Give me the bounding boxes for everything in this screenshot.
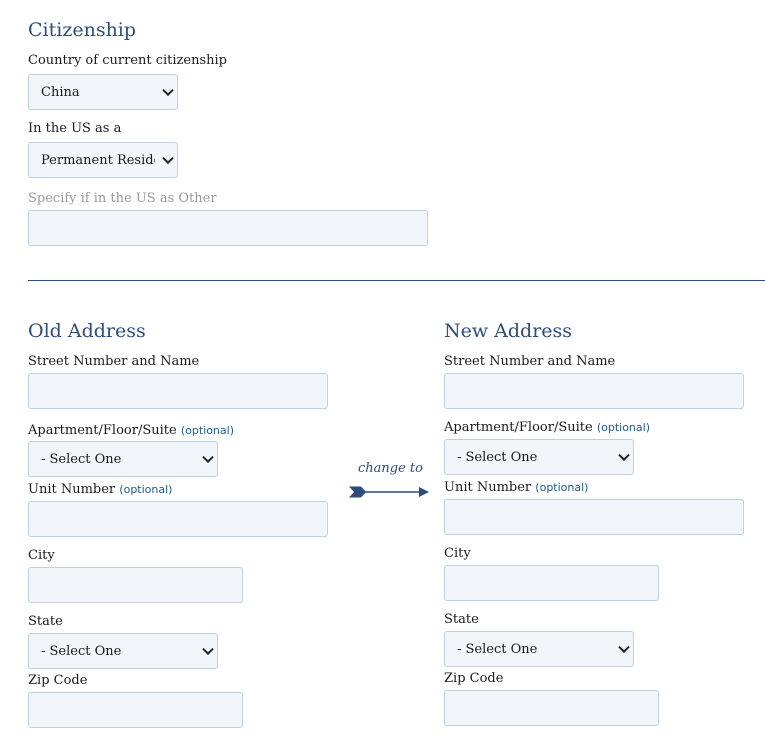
new-city-input[interactable]: [444, 565, 659, 601]
old-street-input[interactable]: [28, 373, 328, 409]
chevron-down-icon: [618, 449, 630, 462]
new-apt-optional: (optional): [596, 421, 650, 434]
chevron-down-icon: [162, 84, 174, 97]
status-select-value: Permanent Resident: [41, 152, 155, 168]
country-select[interactable]: China: [28, 74, 178, 110]
new-apt-label: Apartment/Floor/Suite (optional): [444, 420, 650, 435]
old-apt-select[interactable]: - Select One: [28, 441, 218, 477]
chevron-down-icon: [162, 152, 174, 165]
other-input[interactable]: [28, 210, 428, 246]
arrow-right-icon: [349, 486, 429, 498]
old-unit-label-text: Unit Number: [28, 482, 116, 497]
old-street-label: Street Number and Name: [28, 354, 200, 369]
old-state-select-value: - Select One: [41, 643, 122, 659]
old-city-input[interactable]: [28, 567, 243, 603]
new-state-select[interactable]: - Select One: [444, 631, 634, 667]
old-state-select[interactable]: - Select One: [28, 633, 218, 669]
old-address-heading: Old Address: [28, 320, 146, 342]
old-city-label: City: [28, 548, 55, 563]
new-state-select-value: - Select One: [457, 641, 538, 657]
old-apt-label-text: Apartment/Floor/Suite: [28, 423, 177, 438]
old-unit-optional: (optional): [119, 483, 173, 496]
new-zip-label: Zip Code: [444, 671, 504, 686]
chevron-down-icon: [202, 643, 214, 656]
change-to-label: change to: [358, 461, 423, 476]
arrow-fletching: [349, 486, 366, 498]
old-unit-input[interactable]: [28, 501, 328, 537]
arrow-head: [419, 487, 429, 497]
new-apt-select-value: - Select One: [457, 449, 538, 465]
old-unit-label: Unit Number (optional): [28, 482, 172, 497]
new-street-label: Street Number and Name: [444, 354, 616, 369]
old-state-label: State: [28, 614, 63, 629]
status-select[interactable]: Permanent Resident: [28, 142, 178, 178]
new-unit-input[interactable]: [444, 499, 744, 535]
old-zip-label: Zip Code: [28, 673, 88, 688]
address-change-form: Citizenship Country of current citizensh…: [0, 0, 765, 745]
old-apt-select-value: - Select One: [41, 451, 122, 467]
new-city-label: City: [444, 546, 471, 561]
old-apt-optional: (optional): [180, 424, 234, 437]
new-apt-select[interactable]: - Select One: [444, 439, 634, 475]
new-state-label: State: [444, 612, 479, 627]
old-apt-label: Apartment/Floor/Suite (optional): [28, 423, 234, 438]
new-zip-input[interactable]: [444, 690, 659, 726]
section-divider: [28, 280, 765, 281]
new-unit-label-text: Unit Number: [444, 480, 532, 495]
country-label: Country of current citizenship: [28, 53, 227, 68]
new-apt-label-text: Apartment/Floor/Suite: [444, 420, 593, 435]
status-label: In the US as a: [28, 121, 122, 136]
new-unit-label: Unit Number (optional): [444, 480, 588, 495]
country-select-value: China: [41, 84, 80, 100]
chevron-down-icon: [618, 641, 630, 654]
citizenship-heading: Citizenship: [28, 19, 137, 41]
other-label: Specify if in the US as Other: [28, 191, 217, 206]
new-address-heading: New Address: [444, 320, 573, 342]
new-unit-optional: (optional): [535, 481, 589, 494]
new-street-input[interactable]: [444, 373, 744, 409]
chevron-down-icon: [202, 451, 214, 464]
old-zip-input[interactable]: [28, 692, 243, 728]
